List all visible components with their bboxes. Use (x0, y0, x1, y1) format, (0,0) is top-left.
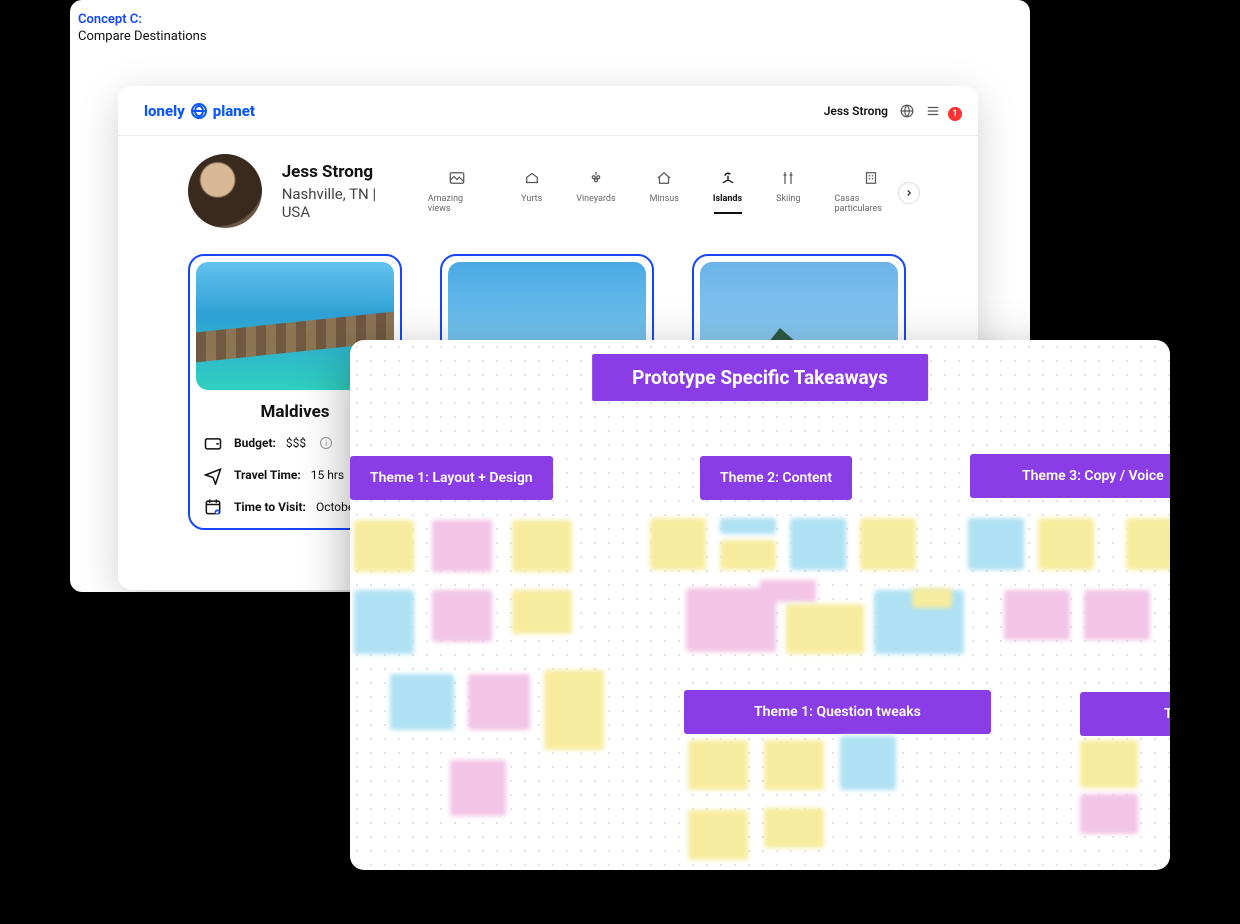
category-tabs: Amazing views Yurts Vineyards Minsus Isl… (428, 168, 908, 214)
profile-row: Jess Strong Nashville, TN | USA Amazing … (118, 136, 978, 228)
sticky-note[interactable] (790, 518, 846, 570)
sticky-note[interactable] (720, 518, 776, 534)
category-scroll-right[interactable] (898, 182, 920, 204)
info-icon[interactable]: i (320, 437, 332, 449)
sticky-note[interactable] (840, 736, 896, 790)
sticky-note[interactable] (1080, 740, 1138, 788)
sticky-note[interactable] (760, 580, 816, 602)
whiteboard-overlay[interactable]: Prototype Specific Takeaways Theme 1: La… (350, 340, 1170, 870)
sticky-note[interactable] (764, 740, 824, 790)
theme-chip-copy-voice[interactable]: Theme 3: Copy / Voice (970, 454, 1170, 498)
yurt-icon (522, 168, 542, 188)
ski-icon (778, 168, 798, 188)
sticky-note[interactable] (720, 540, 776, 570)
header-username[interactable]: Jess Strong (824, 104, 888, 118)
sticky-note[interactable] (688, 740, 748, 790)
category-label: Amazing views (428, 194, 487, 214)
theme-chip-content[interactable]: Theme 2: Content (700, 456, 852, 500)
app-header: lonely planet Jess Strong 1 (118, 86, 978, 136)
picture-icon (447, 168, 467, 188)
budget-label: Budget: (234, 436, 276, 450)
building-icon (861, 168, 881, 188)
sticky-note[interactable] (450, 760, 506, 816)
budget-value: $$$ (286, 436, 306, 450)
profile-picture[interactable] (188, 154, 262, 228)
category-label: Vineyards (576, 194, 615, 204)
category-vineyards[interactable]: Vineyards (576, 168, 615, 204)
wallet-icon (202, 432, 224, 454)
category-minsus[interactable]: Minsus (650, 168, 679, 204)
active-underline (714, 212, 742, 214)
profile-location: Nashville, TN | USA (282, 185, 408, 221)
category-skiing[interactable]: Skiing (776, 168, 800, 204)
notification-badge: 1 (948, 107, 962, 121)
house-icon (654, 168, 674, 188)
travel-value: 15 hrs (311, 468, 344, 482)
visit-label: Time to Visit: (234, 500, 306, 514)
grape-icon (586, 168, 606, 188)
island-icon (718, 168, 738, 188)
language-globe-icon[interactable] (900, 104, 914, 118)
sticky-note[interactable] (1080, 794, 1138, 834)
sticky-note[interactable] (1126, 518, 1170, 570)
sticky-note[interactable] (688, 810, 748, 860)
category-casas[interactable]: Casas particulares (834, 168, 908, 214)
brand-word-2: planet (213, 102, 255, 120)
sticky-note[interactable] (764, 808, 824, 848)
sticky-note[interactable] (544, 670, 604, 750)
sticky-note[interactable] (1038, 518, 1094, 570)
sticky-note[interactable] (912, 588, 952, 608)
sticky-note[interactable] (354, 520, 414, 572)
sticky-note[interactable] (650, 518, 706, 570)
sticky-note[interactable] (1084, 590, 1150, 640)
category-amazing-views[interactable]: Amazing views (428, 168, 487, 214)
brand-word-1: lonely (144, 102, 185, 120)
category-yurts[interactable]: Yurts (521, 168, 542, 204)
brand-logo[interactable]: lonely planet (144, 102, 255, 120)
sticky-note[interactable] (432, 590, 492, 642)
concept-label: Concept C: (78, 12, 1022, 27)
sticky-note[interactable] (786, 604, 864, 654)
chevron-right-icon (904, 188, 914, 198)
hamburger-menu-icon[interactable] (926, 104, 940, 118)
airplane-icon (202, 464, 224, 486)
sticky-note[interactable] (860, 518, 916, 570)
brand-globe-icon (191, 103, 207, 119)
whiteboard-title: Prototype Specific Takeaways (592, 354, 928, 401)
theme-chip-question-tweaks[interactable]: Theme 1: Question tweaks (684, 690, 991, 734)
sticky-note[interactable] (390, 674, 454, 730)
category-label: Skiing (776, 194, 800, 204)
calendar-icon (202, 496, 224, 518)
sticky-note[interactable] (968, 518, 1024, 570)
category-label: Minsus (650, 194, 679, 204)
sticky-note[interactable] (432, 520, 492, 572)
profile-info: Jess Strong Nashville, TN | USA (282, 162, 408, 221)
concept-subtitle: Compare Destinations (78, 29, 1022, 44)
sticky-note[interactable] (512, 590, 572, 634)
category-label: Casas particulares (834, 194, 908, 214)
profile-name: Jess Strong (282, 162, 408, 182)
category-islands[interactable]: Islands (713, 168, 742, 214)
header-right: Jess Strong 1 (824, 104, 952, 118)
sticky-note[interactable] (1004, 590, 1070, 640)
sticky-note[interactable] (512, 520, 572, 572)
sticky-note[interactable] (354, 590, 414, 654)
theme-chip-layout-design[interactable]: Theme 1: Layout + Design (350, 456, 553, 500)
category-label: Islands (713, 194, 742, 204)
category-label: Yurts (521, 194, 542, 204)
theme-chip-truncated[interactable]: T (1080, 692, 1170, 736)
sticky-note[interactable] (468, 674, 530, 730)
travel-label: Travel Time: (234, 468, 301, 482)
